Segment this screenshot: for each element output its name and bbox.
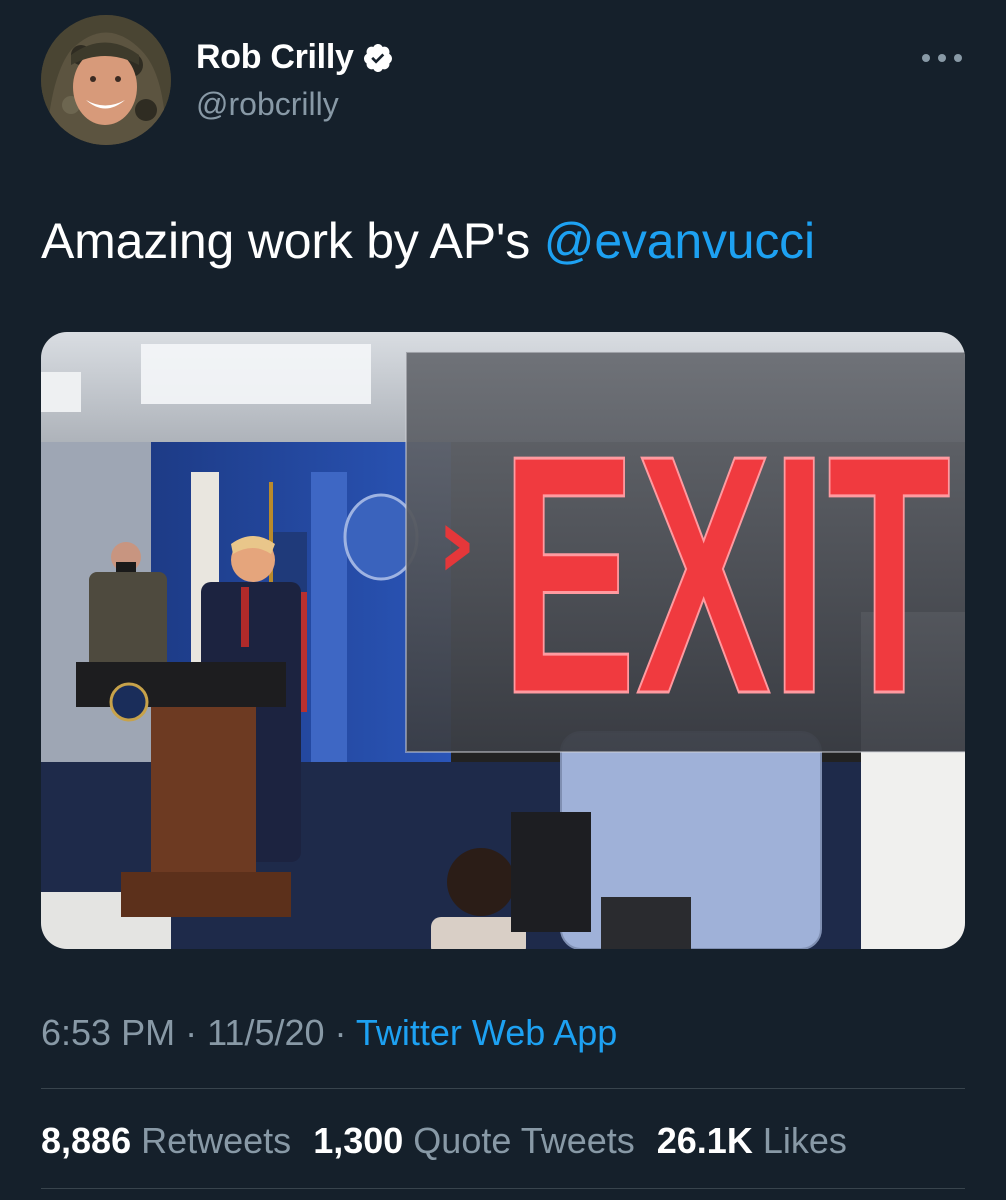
tweet-detail: Rob Crilly @robcrilly Amazing work by AP…	[0, 0, 1006, 1200]
likes-count: 26.1K	[656, 1120, 753, 1161]
tweet-text: Amazing work by AP's @evanvucci	[41, 212, 815, 270]
likes-label: Likes	[762, 1120, 847, 1161]
verified-badge-icon	[363, 43, 392, 72]
retweets-count: 8,886	[41, 1120, 132, 1161]
press-briefing-photo: › EXIT	[41, 332, 965, 949]
avatar-image	[41, 15, 171, 145]
author-handle[interactable]: @robcrilly	[196, 86, 339, 123]
tweet-text-body: Amazing work by AP's	[41, 213, 544, 269]
divider	[41, 1088, 965, 1089]
divider	[41, 1188, 965, 1189]
tweet-time: 6:53 PM	[41, 1012, 176, 1053]
meta-separator: ·	[324, 1012, 356, 1053]
meta-separator: ·	[175, 1012, 208, 1053]
mention-link[interactable]: @evanvucci	[544, 213, 815, 269]
exit-arrow-icon: ›	[436, 484, 477, 601]
tweet-photo[interactable]: › EXIT	[41, 332, 965, 949]
more-options-icon[interactable]	[922, 46, 962, 70]
author-name-row[interactable]: Rob Crilly	[196, 38, 394, 77]
tweet-source-link[interactable]: Twitter Web App	[356, 1012, 617, 1053]
avatar[interactable]	[41, 15, 171, 145]
retweets-stat[interactable]: 8,886 Retweets	[41, 1120, 291, 1162]
tweet-meta: 6:53 PM · 11/5/20 · Twitter Web App	[41, 1012, 617, 1054]
tweet-date: 11/5/20	[207, 1012, 325, 1053]
quote-tweets-count: 1,300	[313, 1120, 404, 1161]
author-display-name[interactable]: Rob Crilly	[196, 38, 354, 77]
quote-tweets-stat[interactable]: 1,300 Quote Tweets	[313, 1120, 635, 1162]
tweet-stats: 8,886 Retweets 1,300 Quote Tweets 26.1K …	[41, 1120, 847, 1162]
quote-tweets-label: Quote Tweets	[413, 1120, 635, 1161]
retweets-label: Retweets	[141, 1120, 292, 1161]
likes-stat[interactable]: 26.1K Likes	[657, 1120, 847, 1162]
exit-sign-text: EXIT	[501, 385, 951, 765]
